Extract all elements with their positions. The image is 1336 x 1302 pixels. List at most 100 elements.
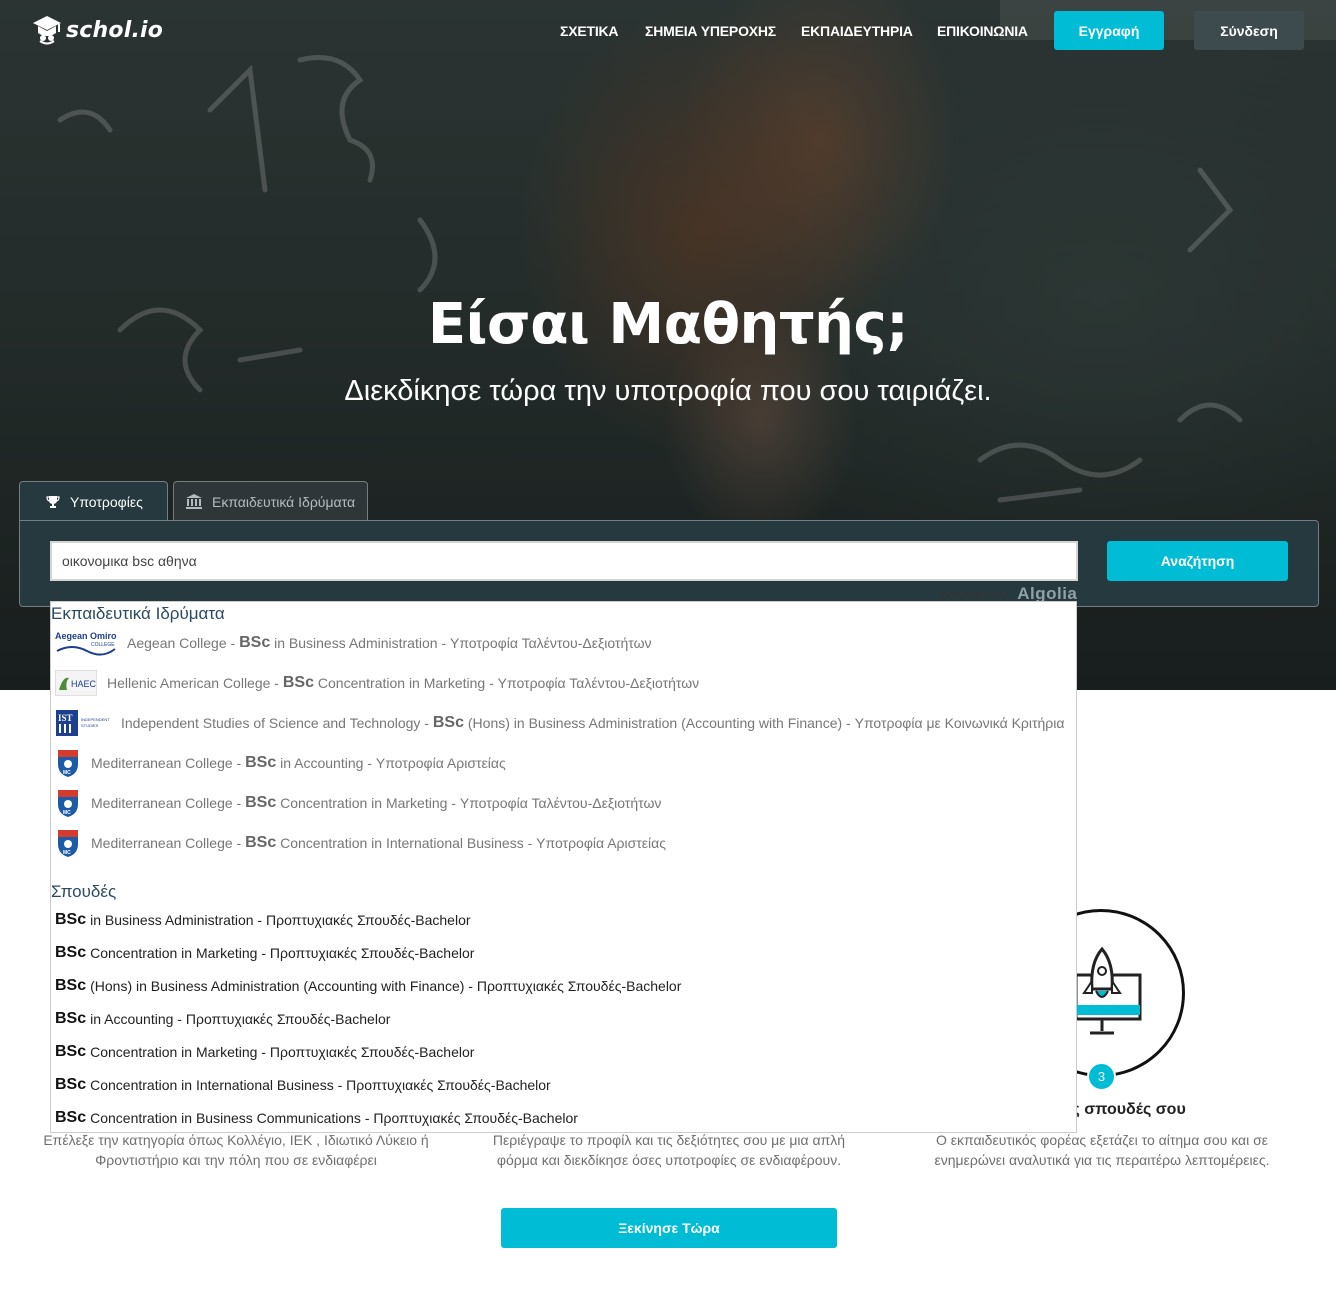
dropdown-institutions-heading: Εκπαιδευτικά Ιδρύματα: [51, 604, 225, 623]
svg-text:MC: MC: [63, 770, 71, 776]
tab-institutions[interactable]: Εκπαιδευτικά Ιδρύματα: [173, 481, 368, 521]
suggestion-highlight: BSc: [55, 944, 87, 961]
trophy-icon: [46, 496, 60, 508]
suggestion-program: in Business Administration: [274, 635, 438, 651]
suggestion-program: Concentration in International Business: [90, 1077, 334, 1093]
svg-text:INDEPENDENT: INDEPENDENT: [81, 717, 110, 722]
suggestion-level: Προπτυχιακές Σπουδές-Bachelor: [476, 978, 682, 994]
suggestion-study[interactable]: BSc Concentration in Marketing - Προπτυχι…: [55, 941, 474, 965]
suggestion-highlight: BSc: [55, 1010, 87, 1027]
suggestion-program: Concentration in International Business: [280, 835, 524, 851]
suggestion-institution[interactable]: IST INDEPENDENT STUDIES Independent Stud…: [55, 707, 1064, 739]
suggestion-highlight: BSc: [245, 834, 277, 851]
mediterranean-college-logo: MC: [58, 750, 78, 777]
suggestion-institution[interactable]: MC Mediterranean College - BSc Concentra…: [55, 827, 666, 859]
nav-link-about[interactable]: ΣΧΕΤΙΚΑ: [560, 23, 619, 39]
suggestion-level: Προπτυχιακές Σπουδές-Bachelor: [266, 912, 471, 928]
search-input[interactable]: [50, 541, 1078, 581]
suggestion-study[interactable]: BSc Concentration in International Busine…: [55, 1073, 551, 1097]
suggestion-scholarship: Υποτροφία Ταλέντου-Δεξιοτήτων: [449, 635, 652, 651]
tab-institutions-label: Εκπαιδευτικά Ιδρύματα: [212, 493, 356, 510]
register-button[interactable]: Εγγραφή: [1054, 11, 1164, 50]
suggestion-institution[interactable]: HAEC Hellenic American College - BSc Con…: [55, 667, 699, 699]
suggestion-college: Hellenic American College: [107, 675, 271, 691]
step-3-description: Ο εκπαιδευτικός φορέας εξετάζει το αίτημ…: [934, 1132, 1270, 1168]
suggestion-scholarship: Υποτροφία Αριστείας: [536, 835, 666, 851]
search-button[interactable]: Αναζήτηση: [1107, 541, 1288, 581]
ist-logo: IST INDEPENDENT STUDIES: [56, 710, 110, 736]
svg-text:COLLEGE: COLLEGE: [91, 642, 115, 648]
svg-text:MC: MC: [63, 810, 71, 816]
svg-text:HAEC: HAEC: [71, 679, 97, 689]
suggestion-study[interactable]: BSc (Hons) in Business Administration (Ac…: [55, 974, 681, 998]
suggestion-level: Προπτυχιακές Σπουδές-Bachelor: [269, 1044, 475, 1060]
suggestion-study[interactable]: BSc Concentration in Business Communicati…: [55, 1106, 578, 1130]
suggestion-institution[interactable]: Aegean Omiros COLLEGE Aegean College - B…: [55, 627, 652, 659]
svg-text:MC: MC: [63, 850, 71, 856]
suggestion-college: Mediterranean College: [91, 795, 233, 811]
suggestion-scholarship: Υποτροφία Αριστείας: [375, 755, 506, 771]
suggestion-highlight: BSc: [282, 674, 314, 691]
suggestion-level: Προπτυχιακές Σπουδές-Bachelor: [269, 945, 475, 961]
suggestion-scholarship: Υποτροφία με Κοινωνικά Κριτήρια: [854, 715, 1065, 731]
suggestion-highlight: BSc: [239, 634, 271, 651]
step-1-description: Επέλεξε την κατηγορία όπως Κολλέγιο, ΙΕΚ…: [43, 1132, 429, 1168]
suggestion-level: Προπτυχιακές Σπουδές-Bachelor: [346, 1077, 551, 1093]
suggestion-study[interactable]: BSc Concentration in Marketing - Προπτυχι…: [55, 1040, 474, 1064]
suggestion-program: in Business Administration: [90, 912, 254, 928]
suggestion-scholarship: Υποτροφία Ταλέντου-Δεξιοτήτων: [459, 795, 662, 811]
suggestion-program: in Accounting: [90, 1011, 174, 1027]
suggestion-college: Mediterranean College: [91, 755, 233, 771]
haec-logo: HAEC: [55, 670, 97, 696]
step-3-number: 3: [1087, 1062, 1116, 1091]
suggestion-highlight: BSc: [55, 977, 87, 994]
suggestion-study[interactable]: BSc in Business Administration - Προπτυχι…: [55, 908, 471, 932]
tab-scholarships[interactable]: Υποτροφίες: [19, 481, 168, 522]
dropdown-studies-heading: Σπουδές: [51, 882, 117, 901]
rocket-launch-icon: [1074, 946, 1142, 1035]
suggestion-highlight: BSc: [245, 754, 277, 771]
suggestion-highlight: BSc: [432, 714, 464, 731]
suggestion-institution[interactable]: MC Mediterranean College - BSc Concentra…: [55, 787, 661, 819]
nav-link-contact[interactable]: ΕΠΙΚΟΙΝΩΝΙΑ: [937, 23, 1028, 39]
suggestion-study[interactable]: BSc in Accounting - Προπτυχιακές Σπουδές-…: [55, 1007, 390, 1031]
suggestion-college: Aegean College: [127, 635, 227, 651]
suggestion-college: Mediterranean College: [91, 835, 233, 851]
suggestion-highlight: BSc: [55, 1109, 87, 1126]
suggestion-program: in Accounting: [280, 755, 364, 771]
suggestion-highlight: BSc: [55, 1043, 87, 1060]
powered-by-label: powered by: [940, 587, 1008, 602]
hero-subtitle: Διεκδίκησε τώρα την υποτροφία που σου τα…: [344, 375, 992, 407]
svg-text:IST: IST: [58, 713, 73, 723]
suggestion-program: Concentration in Marketing: [280, 795, 448, 811]
suggestion-highlight: BSc: [55, 1076, 87, 1093]
suggestion-level: Προπτυχιακές Σπουδές-Bachelor: [373, 1110, 578, 1126]
suggestion-program: Concentration in Business Communications: [90, 1110, 361, 1126]
hero-title: Είσαι Μαθητής;: [427, 292, 909, 357]
svg-text:STUDIES: STUDIES: [81, 723, 99, 728]
suggestion-program: Concentration in Marketing: [317, 675, 486, 691]
suggestion-college: Independent Studies of Science and Techn…: [121, 715, 421, 731]
nav-link-schools[interactable]: ΕΚΠΑΙΔΕΥΤΗΡΙΑ: [801, 23, 913, 39]
login-button[interactable]: Σύνδεση: [1194, 11, 1304, 50]
suggestion-program: Concentration in Marketing: [90, 1044, 258, 1060]
suggestion-scholarship: Υποτροφία Ταλέντου-Δεξιοτήτων: [497, 675, 700, 691]
institution-icon: [186, 494, 202, 509]
suggestion-highlight: BSc: [245, 794, 277, 811]
start-now-button[interactable]: Ξεκίνησε Τώρα: [501, 1208, 837, 1248]
tab-scholarships-label: Υποτροφίες: [70, 494, 143, 510]
nav-link-features[interactable]: ΣΗΜΕΙΑ ΥΠΕΡΟΧΗΣ: [645, 23, 776, 39]
suggestion-highlight: BSc: [55, 911, 87, 928]
mediterranean-college-logo: MC: [58, 830, 78, 857]
step-3-title: ις σπουδές σου: [1067, 1101, 1186, 1118]
top-navigation: ΣΧΕΤΙΚΑ ΣΗΜΕΙΑ ΥΠΕΡΟΧΗΣ ΕΚΠΑΙΔΕΥΤΗΡΙΑ ΕΠ…: [0, 11, 1336, 51]
autocomplete-dropdown: Εκπαιδευτικά Ιδρύματα Aegean Omiros COLL…: [50, 601, 1077, 1133]
suggestion-program: Concentration in Marketing: [90, 945, 258, 961]
suggestion-level: Προπτυχιακές Σπουδές-Bachelor: [185, 1011, 391, 1027]
mediterranean-college-logo: MC: [58, 790, 78, 817]
svg-text:Aegean Omiros: Aegean Omiros: [55, 631, 117, 641]
step-2-description: Περιέγραψε το προφίλ και τις δεξιότητες …: [492, 1132, 846, 1168]
suggestion-institution[interactable]: MC Mediterranean College - BSc in Accoun…: [55, 747, 506, 779]
aegean-omiros-logo: Aegean Omiros COLLEGE: [55, 631, 117, 656]
suggestion-program: (Hons) in Business Administration (Accou…: [90, 978, 465, 994]
